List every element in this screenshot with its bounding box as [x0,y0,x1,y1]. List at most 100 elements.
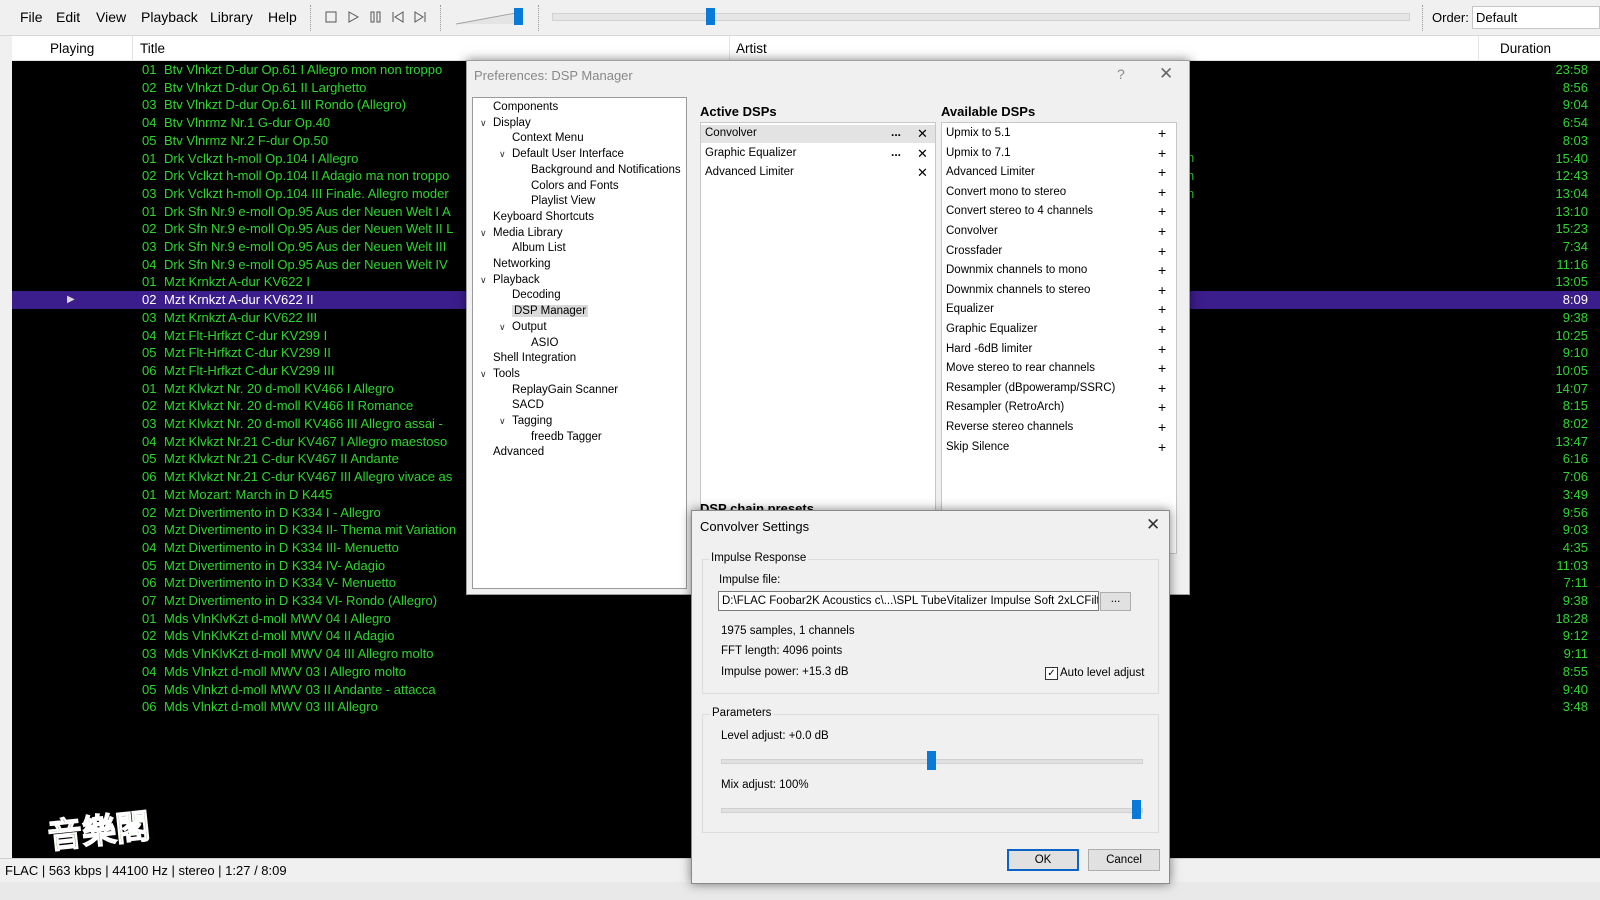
available-dsp-item[interactable]: Skip Silence [946,441,1009,453]
tree-item[interactable]: Colors and Fonts [531,180,619,192]
available-dsps-list[interactable]: Upmix to 5.1 + Upmix to 7.1 + Advanced Limit… [941,122,1177,554]
tree-item[interactable]: Decoding [512,289,561,301]
auto-level-checkbox[interactable]: ✓ [1045,667,1058,680]
browse-button[interactable]: ... [1100,592,1131,611]
available-dsp-item[interactable]: Equalizer [946,303,994,315]
column-duration[interactable]: Duration [1500,41,1551,56]
available-dsp-item[interactable]: Reverse stereo channels [946,421,1073,433]
close-icon[interactable]: ✕ [1146,515,1160,535]
seekbar[interactable] [552,13,1410,21]
mix-slider-thumb[interactable] [1132,800,1141,819]
menu-file[interactable]: File [20,9,43,25]
available-dsp-item[interactable]: Advanced Limiter [946,166,1035,178]
menu-playback[interactable]: Playback [141,9,198,25]
tree-item[interactable]: Tagging [512,415,552,427]
available-dsp-item[interactable]: Convert stereo to 4 channels [946,205,1093,217]
menu-help[interactable]: Help [268,9,297,25]
tree-expand-icon[interactable]: ∨ [480,369,487,380]
tree-item[interactable]: Default User Interface [512,148,624,160]
tree-item[interactable]: DSP Manager [512,305,589,318]
pause-icon[interactable] [367,8,385,26]
preferences-tree[interactable]: Components ∨ Display Context Menu ∨ Default U… [472,97,687,589]
active-dsp-item[interactable]: Advanced Limiter [705,166,794,178]
add-dsp-icon[interactable]: + [1158,419,1166,435]
remove-dsp-icon[interactable]: ✕ [917,126,928,142]
add-dsp-icon[interactable]: + [1158,164,1166,180]
stop-icon[interactable] [322,8,340,26]
level-slider-thumb[interactable] [926,751,936,770]
column-divider[interactable] [132,36,133,60]
column-artist[interactable]: Artist [736,41,767,56]
tree-item[interactable]: ReplayGain Scanner [512,384,618,396]
tree-expand-icon[interactable]: ∨ [499,322,506,333]
remove-dsp-icon[interactable]: ✕ [917,146,928,162]
tree-expand-icon[interactable]: ∨ [499,149,506,160]
tree-expand-icon[interactable]: ∨ [499,416,506,427]
add-dsp-icon[interactable]: + [1158,203,1166,219]
tree-item[interactable]: Playback [493,274,540,286]
tree-item[interactable]: Output [512,321,547,333]
order-select[interactable]: Default [1472,6,1600,29]
tree-item[interactable]: Background and Notifications [531,164,681,176]
tree-item[interactable]: Advanced [493,446,544,458]
active-dsps-list[interactable]: Convolver... ✕ Graphic Equalizer... ✕ Advanc… [700,122,936,554]
add-dsp-icon[interactable]: + [1158,301,1166,317]
column-playing[interactable]: Playing [50,41,94,56]
available-dsp-item[interactable]: Convert mono to stereo [946,186,1066,198]
active-dsp-item[interactable]: Graphic Equalizer [705,147,796,159]
menu-view[interactable]: View [96,9,126,25]
volume-thumb[interactable] [513,8,523,25]
tree-item[interactable]: Display [493,117,531,129]
tree-item[interactable]: freedb Tagger [531,431,602,443]
add-dsp-icon[interactable]: + [1158,282,1166,298]
close-icon[interactable]: ✕ [1159,64,1173,84]
tree-item[interactable]: ASIO [531,337,558,349]
impulse-file-field[interactable]: D:\FLAC Foobar2K Acoustics c\...\SPL Tub… [718,591,1099,611]
available-dsp-item[interactable]: Upmix to 7.1 [946,147,1011,159]
tree-expand-icon[interactable]: ∨ [480,228,487,239]
next-icon[interactable] [411,8,429,26]
add-dsp-icon[interactable]: + [1158,262,1166,278]
previous-icon[interactable] [389,8,407,26]
available-dsp-item[interactable]: Upmix to 5.1 [946,127,1011,139]
available-dsp-item[interactable]: Graphic Equalizer [946,323,1037,335]
available-dsp-item[interactable]: Move stereo to rear channels [946,362,1095,374]
ok-button[interactable]: OK [1007,849,1079,871]
tree-expand-icon[interactable]: ∨ [480,118,487,129]
available-dsp-item[interactable]: Convolver [946,225,998,237]
tree-item[interactable]: Context Menu [512,132,584,144]
available-dsp-item[interactable]: Resampler (dBpoweramp/SSRC) [946,382,1115,394]
volume-slider[interactable] [455,11,518,25]
add-dsp-icon[interactable]: + [1158,341,1166,357]
tree-item[interactable]: Tools [493,368,520,380]
tree-item[interactable]: Shell Integration [493,352,576,364]
mix-slider-track[interactable] [721,808,1143,813]
configure-dsp-button[interactable]: ... [891,125,901,139]
available-dsp-item[interactable]: Downmix channels to mono [946,264,1087,276]
available-dsp-item[interactable]: Downmix channels to stereo [946,284,1090,296]
tree-item[interactable]: Networking [493,258,551,270]
menu-edit[interactable]: Edit [56,9,80,25]
tree-item[interactable]: Album List [512,242,566,254]
add-dsp-icon[interactable]: + [1158,125,1166,141]
add-dsp-icon[interactable]: + [1158,145,1166,161]
seekbar-thumb[interactable] [706,8,716,25]
menu-library[interactable]: Library [210,9,253,25]
tree-item[interactable]: Media Library [493,227,563,239]
tree-item[interactable]: Keyboard Shortcuts [493,211,594,223]
column-title[interactable]: Title [140,41,165,56]
help-icon[interactable]: ? [1117,66,1125,82]
add-dsp-icon[interactable]: + [1158,380,1166,396]
configure-dsp-button[interactable]: ... [891,145,901,159]
tree-item[interactable]: Components [493,101,558,113]
tree-item[interactable]: SACD [512,399,544,411]
add-dsp-icon[interactable]: + [1158,243,1166,259]
tree-item[interactable]: Playlist View [531,195,595,207]
available-dsp-item[interactable]: Hard -6dB limiter [946,343,1032,355]
available-dsp-item[interactable]: Resampler (RetroArch) [946,401,1064,413]
add-dsp-icon[interactable]: + [1158,321,1166,337]
available-dsp-item[interactable]: Crossfader [946,245,1002,257]
column-divider[interactable] [729,36,730,60]
add-dsp-icon[interactable]: + [1158,223,1166,239]
column-divider[interactable] [1478,36,1479,60]
